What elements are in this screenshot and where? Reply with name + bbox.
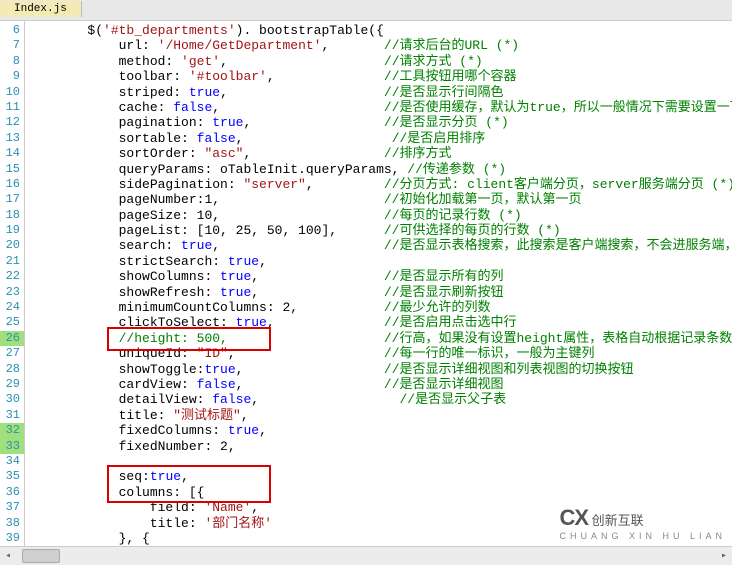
logo-text: 创新互联 <box>592 513 644 528</box>
scroll-right-icon[interactable]: ▸ <box>716 548 732 564</box>
tab-bar: Index.js <box>0 0 732 21</box>
code-area[interactable]: $('#tb_departments'). bootstrapTable({ u… <box>24 21 732 546</box>
horizontal-scrollbar[interactable]: ◂ ▸ <box>0 546 732 565</box>
logo-mark: CX <box>559 505 588 530</box>
tab-index-js[interactable]: Index.js <box>0 1 82 17</box>
scroll-left-icon[interactable]: ◂ <box>0 548 16 564</box>
logo-sub: CHUANG XIN HU LIAN <box>559 531 726 541</box>
scroll-thumb[interactable] <box>22 549 60 563</box>
watermark-logo: CX 创新互联 CHUANG XIN HU LIAN <box>559 505 726 541</box>
code-editor[interactable]: 6789101112131415161718192021222324252627… <box>0 21 732 546</box>
line-gutter: 6789101112131415161718192021222324252627… <box>0 21 24 546</box>
editor-window: Index.js 6789101112131415161718192021222… <box>0 0 732 565</box>
